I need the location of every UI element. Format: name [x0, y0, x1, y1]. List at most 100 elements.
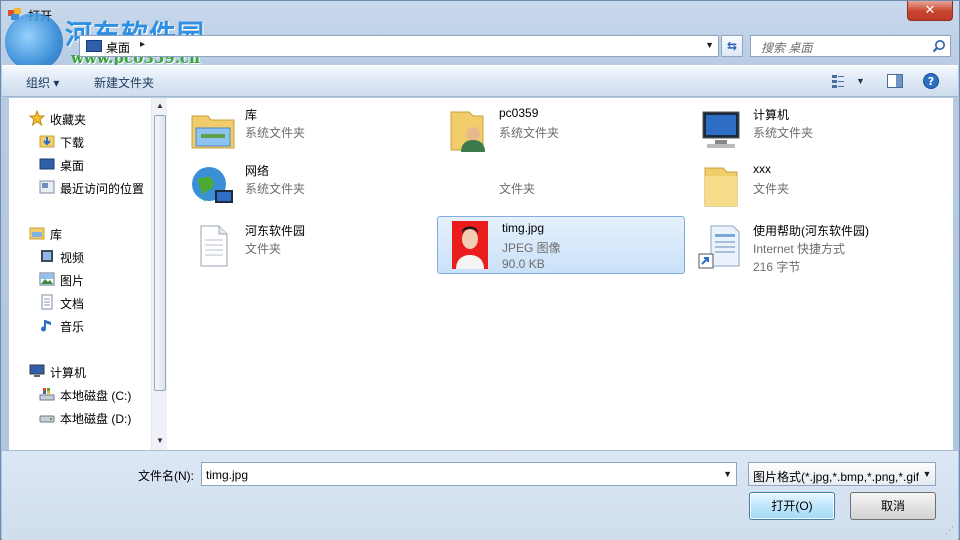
nav-label: 桌面 — [60, 159, 85, 173]
help-icon[interactable]: ? — [922, 72, 940, 90]
star-icon — [29, 110, 45, 126]
file-item-folder-unnamed[interactable]: 文件夹 — [435, 158, 683, 214]
filetype-value: 图片格式(*.jpg,*.bmp,*.png,*.gif) — [753, 470, 924, 484]
nav-label: 本地磁盘 (D:) — [60, 412, 132, 426]
music-icon — [41, 320, 51, 332]
computer-icon — [29, 364, 45, 377]
nav-favorites[interactable]: 收藏夹 — [29, 108, 169, 128]
file-type: 文件夹 — [753, 182, 790, 196]
nav-libraries[interactable]: 库 — [29, 223, 169, 243]
library-icon — [29, 227, 45, 240]
nav-label: 库 — [50, 228, 63, 242]
file-item-pc0359[interactable]: pc0359 系统文件夹 — [435, 102, 683, 158]
computer-icon — [702, 111, 740, 148]
scrollbar-thumb[interactable] — [154, 115, 166, 391]
search-input[interactable]: 搜索 桌面 — [750, 35, 951, 57]
close-button[interactable]: ✕ — [907, 1, 953, 21]
breadcrumb-arrow-icon[interactable]: ▸ — [140, 39, 145, 50]
search-icon[interactable] — [932, 39, 946, 53]
file-name: timg.jpg — [502, 221, 545, 235]
system-drive-icon — [39, 388, 55, 401]
pictures-icon — [39, 272, 55, 286]
desktop-icon — [86, 40, 102, 52]
nav-scrollbar[interactable]: ▲ ▼ — [151, 98, 167, 450]
file-type: 文件夹 — [245, 242, 282, 256]
desktop-icon — [39, 158, 55, 170]
refresh-button[interactable]: ⇆ — [721, 35, 743, 57]
filename-label: 文件名(N): — [138, 469, 194, 483]
new-folder-button[interactable]: 新建文件夹 — [94, 74, 154, 91]
dialog-footer: 文件名(N): timg.jpg ▼ 图片格式(*.jpg,*.bmp,*.pn… — [2, 450, 958, 540]
view-options-icon[interactable] — [830, 72, 848, 90]
nav-computer[interactable]: 计算机 — [29, 361, 169, 381]
address-location[interactable]: 桌面 — [106, 39, 130, 56]
nav-label: 图片 — [60, 274, 85, 288]
file-type: Internet 快捷方式 — [753, 242, 846, 256]
nav-label: 文档 — [60, 297, 85, 311]
file-name: 计算机 — [753, 108, 790, 122]
scroll-down-arrow-icon[interactable]: ▼ — [152, 433, 168, 449]
file-name: 网络 — [245, 164, 270, 178]
file-item-computer[interactable]: 计算机 系统文件夹 — [689, 102, 937, 158]
file-name: 库 — [245, 108, 258, 122]
open-file-dialog: 打开 ✕ 河东软件园 www.pc0359.cn 桌面 ▸ ▼ ⇆ 搜索 桌面 … — [0, 0, 960, 540]
file-size: 90.0 KB — [502, 257, 545, 271]
nav-label: 下载 — [60, 136, 85, 150]
file-size: 216 字节 — [753, 260, 801, 274]
command-toolbar: 组织 ▾ 新建文件夹 ▼ ? — [2, 65, 958, 97]
nav-label: 音乐 — [60, 320, 85, 334]
address-dropdown-icon[interactable]: ▼ — [705, 40, 714, 50]
scroll-up-arrow-icon[interactable]: ▲ — [152, 98, 168, 114]
address-row: 桌面 ▸ ▼ ⇆ 搜索 桌面 — [1, 33, 959, 59]
file-item-timg[interactable]: timg.jpg JPEG 图像 90.0 KB — [437, 216, 685, 274]
file-type: 系统文件夹 — [753, 126, 814, 140]
filename-dropdown-icon[interactable]: ▼ — [723, 469, 732, 479]
file-name: xxx — [753, 162, 771, 176]
nav-label: 视频 — [60, 251, 85, 265]
filename-value[interactable]: timg.jpg — [206, 468, 248, 482]
cancel-button[interactable]: 取消 — [850, 492, 936, 520]
file-type: 文件夹 — [499, 182, 536, 196]
file-item-hedong[interactable]: 河东软件园 文件夹 — [181, 218, 429, 274]
nav-label: 本地磁盘 (C:) — [60, 389, 132, 403]
file-name: 使用帮助(河东软件园) — [753, 224, 869, 238]
photo-thumbnail — [452, 221, 488, 269]
file-type: 系统文件夹 — [499, 126, 560, 140]
nav-label: 收藏夹 — [50, 113, 87, 127]
file-item-network[interactable]: 网络 系统文件夹 — [181, 158, 429, 214]
network-icon — [192, 167, 233, 203]
filetype-select[interactable]: 图片格式(*.jpg,*.bmp,*.png,*.gif) ▼ — [748, 462, 936, 486]
navigation-pane: 收藏夹 下载 桌面 最近访问的位置 库 视频 图片 文档 音乐 计算机 本地磁盘… — [9, 98, 167, 450]
svg-text:?: ? — [928, 75, 934, 88]
file-list-pane: 库 系统文件夹 pc0359 系统文件夹 计算机 系统文件夹 网络 系统文件夹 … — [167, 98, 953, 450]
file-type: JPEG 图像 — [502, 241, 561, 255]
recent-places-icon — [39, 180, 55, 194]
organize-button[interactable]: 组织 ▾ — [26, 74, 59, 91]
nav-label: 计算机 — [50, 366, 87, 380]
file-type: 系统文件夹 — [245, 126, 306, 140]
file-name: pc0359 — [499, 106, 539, 120]
user-folder-icon — [450, 111, 485, 152]
file-item-xxx[interactable]: xxx 文件夹 — [689, 158, 937, 214]
preview-pane-icon[interactable] — [886, 72, 904, 90]
file-item-help-shortcut[interactable]: 使用帮助(河东软件园) Internet 快捷方式 216 字节 — [689, 218, 937, 274]
file-name: 河东软件园 — [245, 224, 306, 238]
hard-drive-icon — [39, 415, 55, 423]
library-icon — [191, 115, 235, 149]
video-icon — [41, 250, 53, 262]
resize-grip-icon[interactable]: ⋰ — [945, 525, 954, 536]
documents-icon — [41, 294, 53, 310]
file-item-library[interactable]: 库 系统文件夹 — [181, 102, 429, 158]
nav-label: 最近访问的位置 — [60, 182, 145, 196]
filename-input[interactable]: timg.jpg ▼ — [201, 462, 737, 486]
file-type: 系统文件夹 — [245, 182, 306, 196]
download-folder-icon — [39, 135, 55, 148]
internet-shortcut-icon — [698, 225, 740, 269]
search-placeholder: 搜索 桌面 — [761, 41, 813, 55]
filetype-dropdown-icon[interactable]: ▼ — [919, 463, 935, 485]
folder-icon — [704, 167, 738, 207]
view-dropdown-icon[interactable]: ▼ — [856, 76, 865, 86]
open-button[interactable]: 打开(O) — [749, 492, 835, 520]
text-file-icon — [200, 225, 228, 267]
address-bar[interactable]: 桌面 ▸ ▼ — [79, 35, 719, 57]
